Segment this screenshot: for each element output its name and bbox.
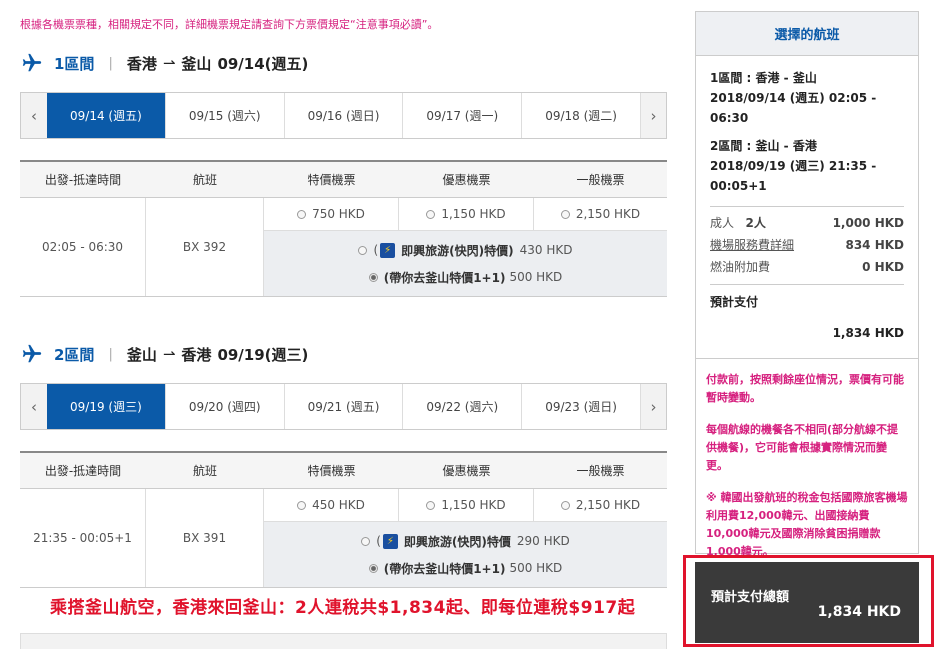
next-dates-button[interactable]: › [640,93,666,138]
segment-1-summary: 1區間 : 香港 - 釜山 2018/09/14 (週五) 02:05 - 06… [710,71,877,125]
lightning-icon: ⚡ [380,242,396,258]
date-selector-leg-2: ‹ 09/19 (週三) 09/20 (週四) 09/21 (週五) 09/22… [20,383,667,430]
flight-time: 21:35 - 00:05+1 [20,489,146,587]
radio-button[interactable] [560,209,570,219]
leg-number: 1區間 [54,54,95,73]
date-tab[interactable]: 09/22 (週六) [402,384,521,429]
radio-button[interactable] [426,209,436,219]
fare-option-flash-sale[interactable]: ( ⚡ 即興旅游(快閃)特價) 430 HKD [358,242,573,259]
divider: | [108,55,113,71]
estimate-value: 1,834 HKD [832,326,904,340]
lightning-icon: ⚡ [382,533,398,549]
col-regular-fare: 一般機票 [576,464,625,478]
next-dates-button[interactable]: › [640,384,666,429]
col-time: 出發-抵達時間 [44,464,122,478]
plane-icon [20,342,44,366]
leg-number: 2區間 [54,345,95,364]
date-tab[interactable]: 09/15 (週六) [164,93,284,138]
radio-button-selected[interactable] [368,272,378,282]
note-meals: 每個航線的機餐各不相同(部分航線不提供機餐)，它可能會根據實際情況而變更。 [706,423,899,472]
leg-1-header: 1區間 | 香港 ⇀ 釜山 09/14(週五) [20,51,308,75]
destination: 釜山 [181,54,212,73]
date-tab[interactable]: 09/20 (週四) [164,384,284,429]
service-fee-row: 機場服務費詳細 834 HKD [710,234,904,256]
date-tab[interactable]: 09/18 (週二) [521,93,640,138]
date-tab[interactable]: 09/21 (週五) [283,384,403,429]
arrow-icon: ⇀ [162,345,176,363]
radio-button[interactable] [361,536,371,546]
chevron-right-icon: › [650,397,657,416]
radio-button[interactable] [297,209,307,219]
note-price-change: 付款前，按照剩餘座位情況，票價有可能暫時變動。 [706,373,904,404]
col-special-fare: 特價機票 [307,173,356,187]
fare-option-special[interactable]: 450 HKD [264,489,399,521]
segment-2-summary: 2區間 : 釜山 - 香港 2018/09/19 (週三) 21:35 - 00… [710,139,877,193]
flight-number: BX 391 [146,489,264,587]
radio-button[interactable] [358,245,368,255]
divider: | [108,346,113,362]
radio-button[interactable] [560,500,570,510]
leg-2-header: 2區間 | 釜山 ⇀ 香港 09/19(週三) [20,342,308,366]
fare-option-special[interactable]: 750 HKD [264,198,399,230]
table-row: 21:35 - 00:05+1 BX 391 450 HKD 1,150 HKD… [20,489,667,587]
fare-option-discount[interactable]: 1,150 HKD [399,489,534,521]
flight-table-leg-2: 出發-抵達時間 航班 特價機票 優惠機票 一般機票 21:35 - 00:05+… [20,451,667,588]
arrow-icon: ⇀ [162,54,176,72]
fare-option-discount[interactable]: 1,150 HKD [399,198,534,230]
flight-time: 02:05 - 06:30 [20,198,146,296]
adult-fare-row: 成人 2人 1,000 HKD [710,216,904,230]
note-korea-tax: ※ 韓國出發航班的稅金包括國際旅客機場利用費12,000韓元、出國接納費10,0… [706,491,908,558]
estimate-label: 預計支付 [710,284,904,310]
fare-option-busan-1plus1[interactable]: (帶你去釜山特價1+1) 500 HKD [368,560,562,577]
leg-date: 09/19(週三) [217,345,309,364]
date-selector-leg-1: ‹ 09/14 (週五) 09/15 (週六) 09/16 (週日) 09/17… [20,92,667,139]
highlight-frame [683,555,934,647]
chevron-right-icon: › [650,106,657,125]
fare-rules-notice: 根據各機票票種，相關規定不同，詳細機票規定請查詢下方票價規定“注意事項必讀”。 [20,18,439,31]
col-discount-fare: 優惠機票 [442,464,491,478]
leg-date: 09/14(週五) [217,54,309,73]
table-header: 出發-抵達時間 航班 特價機票 優惠機票 一般機票 [20,453,667,489]
radio-button-selected[interactable] [368,563,378,573]
fare-option-flash-sale[interactable]: ( ⚡ 即興旅游(快閃)特價 290 HKD [361,533,570,550]
cost-breakdown: 成人 2人 1,000 HKD 機場服務費詳細 834 HKD 燃油附加費 0 … [710,206,904,278]
radio-button[interactable] [297,500,307,510]
col-discount-fare: 優惠機票 [442,173,491,187]
date-tab[interactable]: 09/23 (週日) [521,384,640,429]
prev-dates-button[interactable]: ‹ [21,384,47,429]
origin: 釜山 [126,345,157,364]
prev-dates-button[interactable]: ‹ [21,93,47,138]
fare-option-regular[interactable]: 2,150 HKD [534,198,667,230]
plane-icon [20,51,44,75]
date-tab[interactable]: 09/19 (週三) [47,384,165,429]
flight-table-leg-1: 出發-抵達時間 航班 特價機票 優惠機票 一般機票 02:05 - 06:30 … [20,160,667,297]
next-section [20,633,667,649]
col-regular-fare: 一般機票 [576,173,625,187]
flight-number: BX 392 [146,198,264,296]
date-tab[interactable]: 09/17 (週一) [402,93,521,138]
date-tab[interactable]: 09/16 (週日) [283,93,403,138]
col-time: 出發-抵達時間 [44,173,122,187]
radio-button[interactable] [426,500,436,510]
destination: 香港 [181,345,212,364]
notes: 付款前，按照剩餘座位情況，票價有可能暫時變動。 每個航線的機餐各不相同(部分航線… [696,358,918,561]
col-special-fare: 特價機票 [307,464,356,478]
date-tab[interactable]: 09/14 (週五) [47,93,165,138]
col-flight: 航班 [192,173,217,187]
promo-caption: 乘搭釜山航空，香港來回釜山：2人連稅共$1,834起、即每位連稅$917起 [50,598,636,618]
panel-title: 選擇的航班 [696,12,918,56]
chevron-left-icon: ‹ [31,106,37,125]
fare-option-busan-1plus1[interactable]: (帶你去釜山特價1+1) 500 HKD [368,269,562,286]
col-flight: 航班 [192,464,217,478]
fare-option-regular[interactable]: 2,150 HKD [534,489,667,521]
service-fee-link[interactable]: 機場服務費詳細 [710,234,794,256]
origin: 香港 [126,54,157,73]
chevron-left-icon: ‹ [31,397,37,416]
selected-flights-panel: 選擇的航班 1區間 : 香港 - 釜山 2018/09/14 (週五) 02:0… [695,11,919,558]
table-header: 出發-抵達時間 航班 特價機票 優惠機票 一般機票 [20,162,667,198]
fuel-surcharge-row: 燃油附加費 0 HKD [710,260,904,274]
table-row: 02:05 - 06:30 BX 392 750 HKD 1,150 HKD 2… [20,198,667,296]
